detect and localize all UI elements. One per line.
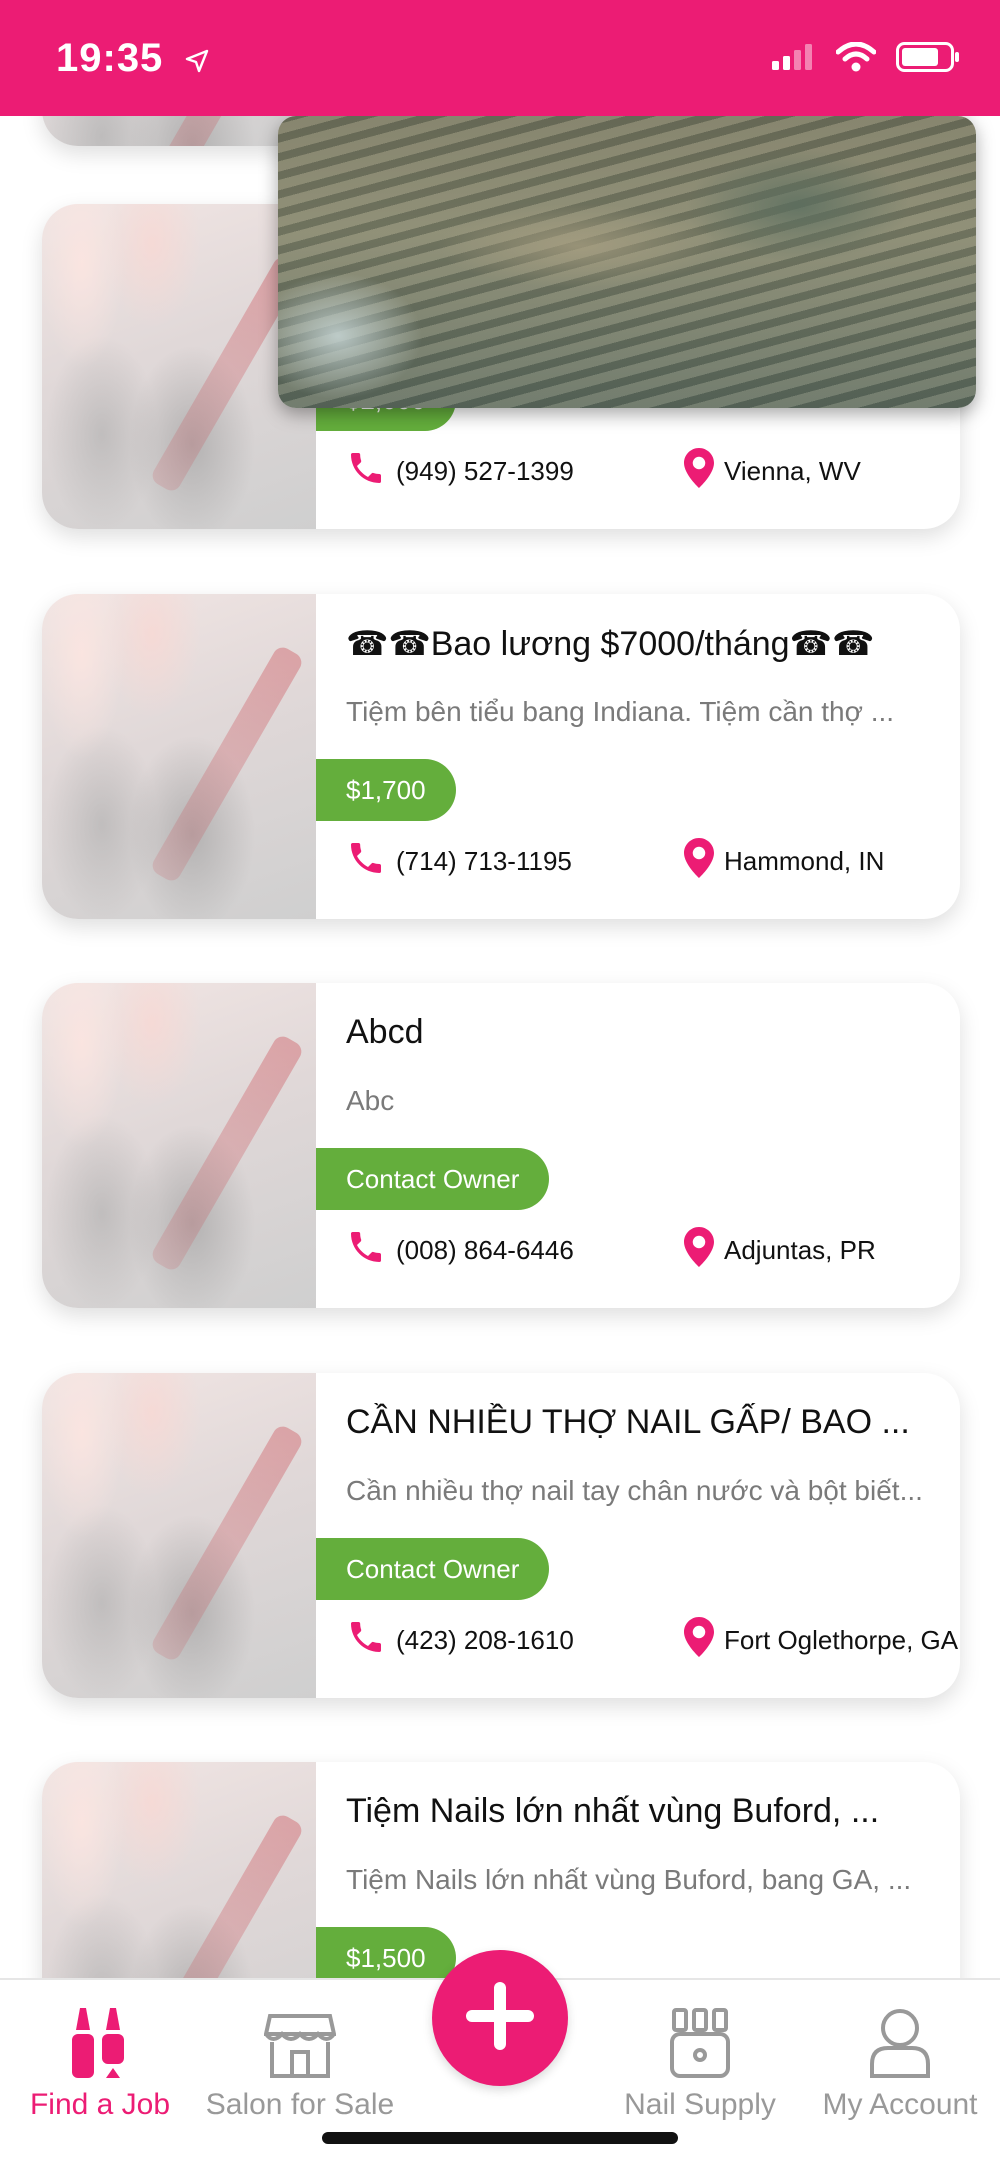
contact-owner-badge[interactable]: Contact Owner bbox=[316, 1538, 550, 1600]
listing-card[interactable]: ☎☎Bao lương $7000/tháng☎☎ Tiệm bên tiểu … bbox=[42, 594, 960, 919]
status-time: 19:35 bbox=[56, 36, 209, 83]
listing-thumbnail bbox=[42, 116, 316, 146]
phone-number: (008) 864-6446 bbox=[396, 1234, 574, 1265]
tab-my-account[interactable]: My Account bbox=[800, 2000, 1000, 2122]
listing-description: Abc bbox=[346, 1085, 395, 1116]
location-text: Vienna, WV bbox=[724, 455, 861, 486]
listing-thumbnail bbox=[42, 1762, 316, 1978]
listing-card[interactable]: CẦN NHIỀU THỢ NAIL GẤP/ BAO ... Cần nhiề… bbox=[42, 1373, 960, 1698]
tab-label: Find a Job bbox=[29, 2088, 171, 2121]
location-text: Fort Oglethorpe, GA bbox=[724, 1624, 959, 1655]
listing-card[interactable]: Tiệm Nails lớn nhất vùng Buford, ... Tiệ… bbox=[42, 1762, 960, 1978]
nail-polish-icon bbox=[0, 2000, 200, 2078]
listing-location: Adjuntas, PR bbox=[684, 1226, 876, 1274]
phone-icon bbox=[346, 448, 396, 495]
user-icon bbox=[800, 2000, 1000, 2078]
location-text: Hammond, IN bbox=[724, 845, 885, 876]
listing-thumbnail bbox=[42, 594, 316, 919]
phone-number: (423) 208-1610 bbox=[396, 1624, 574, 1655]
cellular-signal-icon bbox=[772, 44, 816, 75]
location-pin-icon bbox=[684, 837, 724, 885]
tab-label: Nail Supply bbox=[624, 2088, 776, 2121]
plus-icon bbox=[462, 1978, 538, 2059]
listing-location: Hammond, IN bbox=[684, 837, 885, 885]
location-text: Adjuntas, PR bbox=[724, 1234, 876, 1265]
location-arrow-icon bbox=[185, 38, 209, 83]
listing-phone[interactable]: (949) 527-1399 bbox=[346, 449, 574, 493]
tab-nail-supply[interactable]: Nail Supply bbox=[600, 2000, 800, 2122]
location-pin-icon bbox=[684, 1226, 724, 1274]
storefront-icon bbox=[200, 2000, 400, 2078]
phone-icon bbox=[346, 1227, 396, 1274]
battery-icon bbox=[896, 42, 960, 77]
tab-label: Salon for Sale bbox=[205, 2088, 395, 2121]
price-badge: $1,700 bbox=[316, 759, 456, 821]
phone-icon bbox=[346, 1617, 396, 1664]
home-indicator[interactable] bbox=[322, 2132, 678, 2144]
listing-phone[interactable]: (714) 713-1195 bbox=[346, 839, 572, 883]
phone-number: (949) 527-1399 bbox=[396, 455, 574, 486]
listing-description: Tiệm Nails lớn nhất vùng Buford, bang GA… bbox=[346, 1864, 912, 1895]
listing-thumbnail bbox=[42, 204, 316, 529]
listing-thumbnail bbox=[42, 983, 316, 1308]
listing-description: Cần nhiều thợ nail tay chân nước và bột … bbox=[346, 1475, 923, 1506]
listing-title: Tiệm Nails lớn nhất vùng Buford, ... bbox=[346, 1792, 880, 1830]
listing-title: ☎☎Bao lương $7000/tháng☎☎ bbox=[346, 625, 875, 663]
status-bar: 19:35 bbox=[0, 0, 1000, 116]
price-badge: $1,500 bbox=[316, 1927, 456, 1978]
status-time-text: 19:35 bbox=[56, 36, 164, 80]
contact-owner-badge[interactable]: Contact Owner bbox=[316, 1148, 550, 1210]
listing-description: Tiệm bên tiểu bang Indiana. Tiệm cần thợ… bbox=[346, 696, 895, 727]
location-pin-icon bbox=[684, 447, 724, 495]
phone-icon bbox=[346, 838, 396, 885]
listing-thumbnail bbox=[42, 1373, 316, 1698]
wifi-icon bbox=[835, 41, 877, 77]
tab-salon-for-sale[interactable]: Salon for Sale bbox=[200, 2000, 400, 2122]
location-pin-icon bbox=[684, 1616, 724, 1664]
listing-location: Fort Oglethorpe, GA bbox=[684, 1616, 959, 1664]
listing-phone[interactable]: (423) 208-1610 bbox=[346, 1618, 574, 1662]
listing-title: CẦN NHIỀU THỢ NAIL GẤP/ BAO ... bbox=[346, 1403, 910, 1441]
tab-label: My Account bbox=[822, 2088, 978, 2121]
listing-card[interactable]: Abcd Abc Contact Owner (008) 864-6446 Ad… bbox=[42, 983, 960, 1308]
listing-title: Abcd bbox=[346, 1013, 424, 1051]
nail-supply-icon bbox=[600, 2000, 800, 2078]
add-post-button[interactable] bbox=[432, 1950, 568, 2086]
video-overlay[interactable] bbox=[278, 116, 976, 408]
tab-find-a-job[interactable]: Find a Job bbox=[0, 2000, 200, 2122]
listing-location: Vienna, WV bbox=[684, 447, 861, 495]
phone-number: (714) 713-1195 bbox=[396, 845, 572, 876]
listing-phone[interactable]: (008) 864-6446 bbox=[346, 1228, 574, 1272]
